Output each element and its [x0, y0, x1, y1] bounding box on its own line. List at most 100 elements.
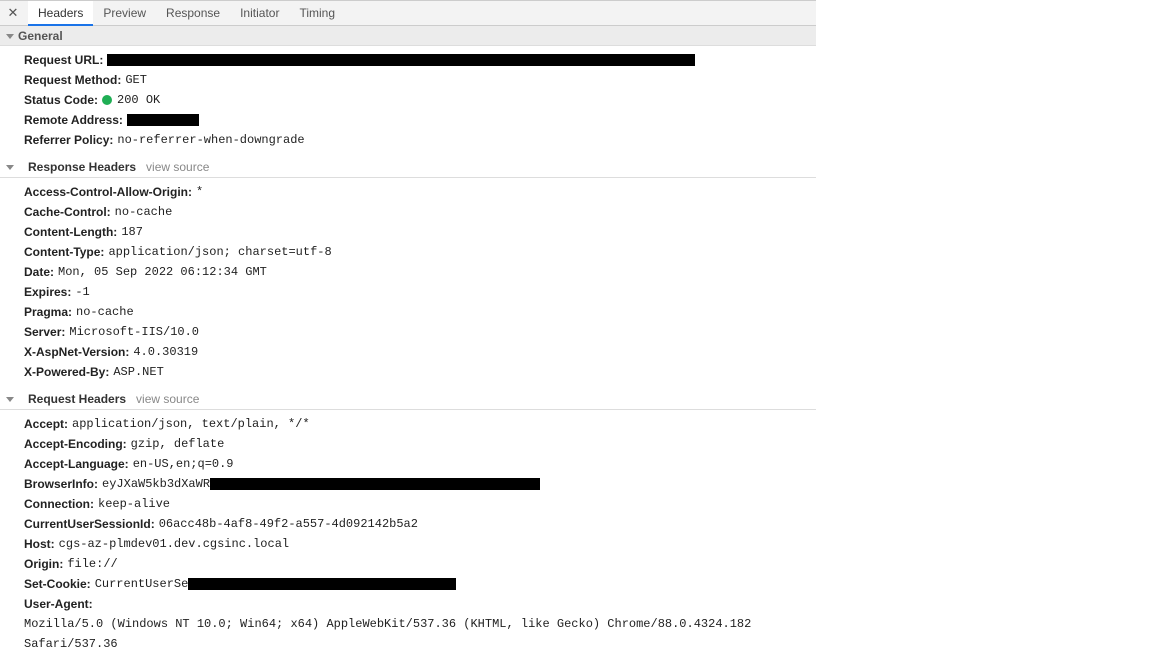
value: CurrentUserSe: [95, 574, 189, 594]
label: Origin:: [24, 554, 63, 574]
label: Connection:: [24, 494, 94, 514]
row-currentusersessionid: CurrentUserSessionId:06acc48b-4af8-49f2-…: [24, 514, 816, 534]
label: Accept-Encoding:: [24, 434, 127, 454]
value: en-US,en;q=0.9: [133, 454, 234, 474]
label: Request URL:: [24, 50, 103, 70]
section-title: Request Headers: [28, 392, 126, 406]
row: X-AspNet-Version:4.0.30319: [24, 342, 816, 362]
row: Content-Type:application/json; charset=u…: [24, 242, 816, 262]
value: GET: [125, 70, 147, 90]
section-response-headers[interactable]: Response Headers view source: [0, 156, 816, 178]
row-accept-encoding: Accept-Encoding:gzip, deflate: [24, 434, 816, 454]
value: application/json, text/plain, */*: [72, 414, 310, 434]
value: file://: [67, 554, 117, 574]
value: cgs-az-plmdev01.dev.cgsinc.local: [59, 534, 289, 554]
section-title: Response Headers: [28, 160, 136, 174]
label: Pragma:: [24, 302, 72, 322]
value: ASP.NET: [113, 362, 163, 382]
tab-headers[interactable]: Headers: [28, 1, 93, 26]
label: Remote Address:: [24, 110, 123, 130]
request-headers-list: Accept:application/json, text/plain, */*…: [0, 410, 816, 660]
label: Cache-Control:: [24, 202, 111, 222]
tab-timing[interactable]: Timing: [289, 1, 345, 26]
value: application/json; charset=utf-8: [108, 242, 331, 262]
chevron-down-icon: [6, 34, 14, 39]
row-request-url: Request URL:: [24, 50, 816, 70]
tab-response[interactable]: Response: [156, 1, 230, 26]
row: Date:Mon, 05 Sep 2022 06:12:34 GMT: [24, 262, 816, 282]
value: eyJXaW5kb3dXaWR: [102, 474, 210, 494]
value: 187: [121, 222, 143, 242]
redacted-value: [107, 54, 695, 66]
row: Content-Length:187: [24, 222, 816, 242]
tab-preview[interactable]: Preview: [93, 1, 156, 26]
row-connection: Connection:keep-alive: [24, 494, 816, 514]
section-request-headers[interactable]: Request Headers view source: [0, 388, 816, 410]
value: 200 OK: [117, 90, 160, 110]
value: -1: [75, 282, 89, 302]
value: keep-alive: [98, 494, 170, 514]
label: X-Powered-By:: [24, 362, 109, 382]
value: *: [196, 182, 203, 202]
chevron-down-icon: [6, 165, 14, 170]
redacted-value: [210, 478, 540, 490]
view-source-link[interactable]: view source: [136, 392, 199, 406]
row: Cache-Control:no-cache: [24, 202, 816, 222]
value: no-referrer-when-downgrade: [117, 130, 304, 150]
label: Host:: [24, 534, 55, 554]
devtools-panel: ✕ Headers Preview Response Initiator Tim…: [0, 0, 816, 648]
general-list: Request URL: Request Method: GET Status …: [0, 46, 816, 156]
redacted-value: [127, 114, 199, 126]
status-dot-icon: [102, 95, 112, 105]
row-accept-language: Accept-Language:en-US,en;q=0.9: [24, 454, 816, 474]
label: Request Method:: [24, 70, 121, 90]
value: no-cache: [115, 202, 173, 222]
row: X-Powered-By:ASP.NET: [24, 362, 816, 382]
label: Access-Control-Allow-Origin:: [24, 182, 192, 202]
label: Content-Length:: [24, 222, 117, 242]
row-remote-address: Remote Address:: [24, 110, 816, 130]
row: Server:Microsoft-IIS/10.0: [24, 322, 816, 342]
row: Expires:-1: [24, 282, 816, 302]
value: Mozilla/5.0 (Windows NT 10.0; Win64; x64…: [24, 614, 816, 654]
label: Referrer Policy:: [24, 130, 113, 150]
value: 06acc48b-4af8-49f2-a557-4d092142b5a2: [159, 514, 418, 534]
section-general[interactable]: General: [0, 26, 816, 46]
chevron-down-icon: [6, 397, 14, 402]
row-user-agent: User-Agent:Mozilla/5.0 (Windows NT 10.0;…: [24, 594, 816, 654]
row-host: Host:cgs-az-plmdev01.dev.cgsinc.local: [24, 534, 816, 554]
value: Microsoft-IIS/10.0: [69, 322, 199, 342]
label: Expires:: [24, 282, 71, 302]
label: Set-Cookie:: [24, 574, 91, 594]
row: Pragma:no-cache: [24, 302, 816, 322]
label: Content-Type:: [24, 242, 104, 262]
label: Date:: [24, 262, 54, 282]
row-origin: Origin:file://: [24, 554, 816, 574]
row-referrer-policy: Referrer Policy: no-referrer-when-downgr…: [24, 130, 816, 150]
label: Server:: [24, 322, 65, 342]
label: User-Agent:: [24, 594, 93, 614]
label: CurrentUserSessionId:: [24, 514, 155, 534]
label: Status Code:: [24, 90, 98, 110]
label: Accept:: [24, 414, 68, 434]
response-headers-list: Access-Control-Allow-Origin:* Cache-Cont…: [0, 178, 816, 388]
label: BrowserInfo:: [24, 474, 98, 494]
value: no-cache: [76, 302, 134, 322]
row-set-cookie: Set-Cookie: CurrentUserSe: [24, 574, 816, 594]
close-icon[interactable]: ✕: [6, 6, 20, 20]
value: gzip, deflate: [131, 434, 225, 454]
row-accept: Accept:application/json, text/plain, */*: [24, 414, 816, 434]
value: Mon, 05 Sep 2022 06:12:34 GMT: [58, 262, 267, 282]
row: Access-Control-Allow-Origin:*: [24, 182, 816, 202]
redacted-value: [188, 578, 456, 590]
tab-initiator[interactable]: Initiator: [230, 1, 289, 26]
row-browserinfo: BrowserInfo: eyJXaW5kb3dXaWR: [24, 474, 816, 494]
row-request-method: Request Method: GET: [24, 70, 816, 90]
label: Accept-Language:: [24, 454, 129, 474]
section-title: General: [18, 29, 63, 43]
value: 4.0.30319: [133, 342, 198, 362]
label: X-AspNet-Version:: [24, 342, 129, 362]
tab-bar: ✕ Headers Preview Response Initiator Tim…: [0, 0, 816, 26]
row-status-code: Status Code: 200 OK: [24, 90, 816, 110]
view-source-link[interactable]: view source: [146, 160, 209, 174]
